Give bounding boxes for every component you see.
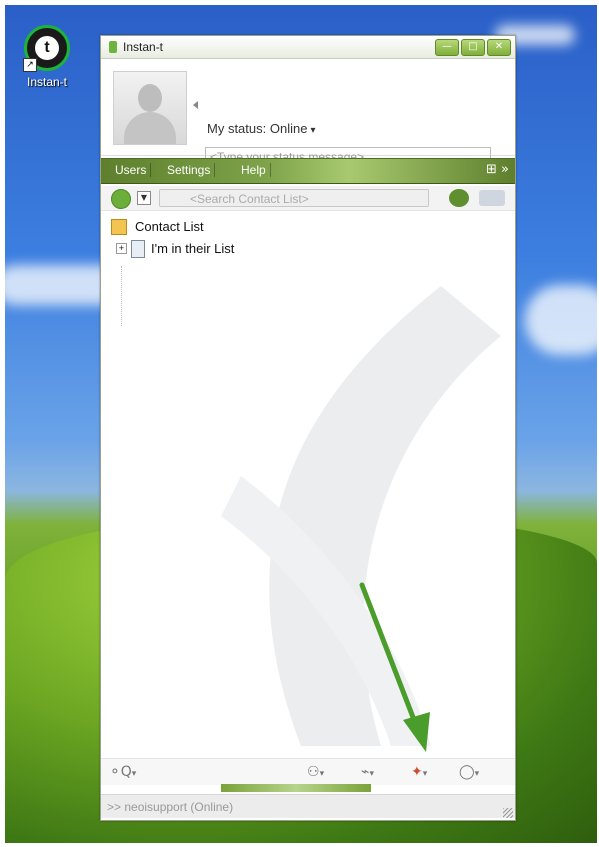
annotation-arrow: [359, 582, 430, 752]
